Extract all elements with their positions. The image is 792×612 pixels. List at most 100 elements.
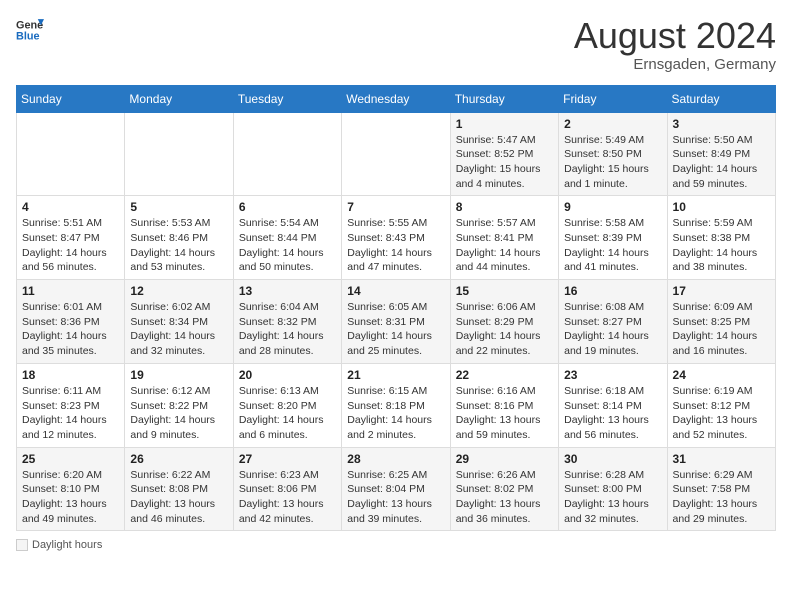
calendar-cell: 15Sunrise: 6:06 AM Sunset: 8:29 PM Dayli… — [450, 280, 558, 364]
calendar-cell: 26 Sunrise: 6:22 AM Sunset: 8:08 PM Dayli… — [125, 447, 233, 531]
day-number: 4 — [22, 200, 119, 214]
month-year: August 2024 — [574, 16, 776, 56]
footer-box — [16, 539, 28, 551]
day-number: 8 — [456, 200, 553, 214]
day-info: Sunrise: 6:22 AM Sunset: 8:08 PM Dayligh… — [130, 468, 227, 527]
day-header-sunday: Sunday — [17, 85, 125, 112]
calendar-cell: 11 Sunrise: 6:01 AM Sunset: 8:36 PM Dayli… — [17, 280, 125, 364]
day-info: Sunrise: 5:53 AM Sunset: 8:46 PM Dayligh… — [130, 216, 227, 275]
calendar-cell: 12 Sunrise: 6:02 AM Sunset: 8:34 PM Dayli… — [125, 280, 233, 364]
day-number: 3 — [673, 117, 770, 131]
day-number: 10 — [673, 200, 770, 214]
day-info: Sunrise: 5:55 AM Sunset: 8:43 PM Dayligh… — [347, 216, 444, 275]
day-number: 23 — [564, 368, 661, 382]
day-info: Sunrise: 6:11 AM Sunset: 8:23 PM Dayligh… — [22, 384, 119, 443]
day-info: Sunrise: 6:23 AM Sunset: 8:06 PM Dayligh… — [239, 468, 336, 527]
calendar-cell: 29 Sunrise: 6:26 AM Sunset: 8:02 PM Dayli… — [450, 447, 558, 531]
calendar-cell: 23 Sunrise: 6:18 AM Sunset: 8:14 PM Dayli… — [559, 363, 667, 447]
logo-icon: General Blue — [16, 16, 44, 44]
week-row-5: 25Sunrise: 6:20 AM Sunset: 8:10 PM Dayli… — [17, 447, 776, 531]
day-number: 1 — [456, 117, 553, 131]
header-row: SundayMondayTuesdayWednesdayThursdayFrid… — [17, 85, 776, 112]
day-number: 26 — [130, 452, 227, 466]
day-number: 14 — [347, 284, 444, 298]
title-area: August 2024 Ernsgaden, Germany — [574, 16, 776, 73]
day-info: Sunrise: 6:08 AM Sunset: 8:27 PM Dayligh… — [564, 300, 661, 359]
day-number: 17 — [673, 284, 770, 298]
day-info: Sunrise: 6:29 AM Sunset: 7:58 PM Dayligh… — [673, 468, 770, 527]
calendar-cell: 9 Sunrise: 5:58 AM Sunset: 8:39 PM Daylig… — [559, 196, 667, 280]
day-number: 27 — [239, 452, 336, 466]
day-number: 28 — [347, 452, 444, 466]
day-number: 5 — [130, 200, 227, 214]
calendar-cell: 21Sunrise: 6:15 AM Sunset: 8:18 PM Dayli… — [342, 363, 450, 447]
calendar-cell: 24 Sunrise: 6:19 AM Sunset: 8:12 PM Dayli… — [667, 363, 775, 447]
calendar-cell: 16 Sunrise: 6:08 AM Sunset: 8:27 PM Dayli… — [559, 280, 667, 364]
day-number: 31 — [673, 452, 770, 466]
day-info: Sunrise: 6:02 AM Sunset: 8:34 PM Dayligh… — [130, 300, 227, 359]
calendar-cell: 7 Sunrise: 5:55 AM Sunset: 8:43 PM Daylig… — [342, 196, 450, 280]
calendar-cell: 10Sunrise: 5:59 AM Sunset: 8:38 PM Dayli… — [667, 196, 775, 280]
day-number: 12 — [130, 284, 227, 298]
calendar-cell: 2 Sunrise: 5:49 AM Sunset: 8:50 PM Daylig… — [559, 112, 667, 196]
calendar-cell: 25Sunrise: 6:20 AM Sunset: 8:10 PM Dayli… — [17, 447, 125, 531]
calendar-cell: 3Sunrise: 5:50 AM Sunset: 8:49 PM Daylig… — [667, 112, 775, 196]
day-number: 29 — [456, 452, 553, 466]
day-info: Sunrise: 5:57 AM Sunset: 8:41 PM Dayligh… — [456, 216, 553, 275]
day-header-tuesday: Tuesday — [233, 85, 341, 112]
day-number: 9 — [564, 200, 661, 214]
calendar-cell: 20 Sunrise: 6:13 AM Sunset: 8:20 PM Dayli… — [233, 363, 341, 447]
day-number: 24 — [673, 368, 770, 382]
day-info: Sunrise: 6:04 AM Sunset: 8:32 PM Dayligh… — [239, 300, 336, 359]
day-number: 11 — [22, 284, 119, 298]
day-info: Sunrise: 5:58 AM Sunset: 8:39 PM Dayligh… — [564, 216, 661, 275]
day-info: Sunrise: 5:47 AM Sunset: 8:52 PM Dayligh… — [456, 133, 553, 192]
day-number: 7 — [347, 200, 444, 214]
day-number: 6 — [239, 200, 336, 214]
calendar-cell — [342, 112, 450, 196]
day-info: Sunrise: 5:49 AM Sunset: 8:50 PM Dayligh… — [564, 133, 661, 192]
calendar-cell — [17, 112, 125, 196]
daylight-label: Daylight hours — [32, 539, 102, 551]
calendar-cell: 18Sunrise: 6:11 AM Sunset: 8:23 PM Dayli… — [17, 363, 125, 447]
day-info: Sunrise: 6:06 AM Sunset: 8:29 PM Dayligh… — [456, 300, 553, 359]
day-info: Sunrise: 6:13 AM Sunset: 8:20 PM Dayligh… — [239, 384, 336, 443]
day-header-thursday: Thursday — [450, 85, 558, 112]
calendar-cell — [125, 112, 233, 196]
week-row-2: 4 Sunrise: 5:51 AM Sunset: 8:47 PM Daylig… — [17, 196, 776, 280]
day-info: Sunrise: 6:18 AM Sunset: 8:14 PM Dayligh… — [564, 384, 661, 443]
calendar-cell: 5 Sunrise: 5:53 AM Sunset: 8:46 PM Daylig… — [125, 196, 233, 280]
day-number: 25 — [22, 452, 119, 466]
calendar-cell: 8 Sunrise: 5:57 AM Sunset: 8:41 PM Daylig… — [450, 196, 558, 280]
day-info: Sunrise: 6:16 AM Sunset: 8:16 PM Dayligh… — [456, 384, 553, 443]
day-info: Sunrise: 6:26 AM Sunset: 8:02 PM Dayligh… — [456, 468, 553, 527]
day-number: 22 — [456, 368, 553, 382]
header: General Blue August 2024 Ernsgaden, Germ… — [16, 16, 776, 73]
day-number: 30 — [564, 452, 661, 466]
day-number: 20 — [239, 368, 336, 382]
footer: Daylight hours — [16, 539, 776, 551]
day-info: Sunrise: 5:51 AM Sunset: 8:47 PM Dayligh… — [22, 216, 119, 275]
footer-daylight: Daylight hours — [16, 539, 102, 551]
day-number: 2 — [564, 117, 661, 131]
calendar-cell: 6 Sunrise: 5:54 AM Sunset: 8:44 PM Daylig… — [233, 196, 341, 280]
day-info: Sunrise: 6:12 AM Sunset: 8:22 PM Dayligh… — [130, 384, 227, 443]
day-number: 13 — [239, 284, 336, 298]
calendar-cell: 28Sunrise: 6:25 AM Sunset: 8:04 PM Dayli… — [342, 447, 450, 531]
svg-text:Blue: Blue — [16, 30, 40, 42]
day-info: Sunrise: 6:19 AM Sunset: 8:12 PM Dayligh… — [673, 384, 770, 443]
day-info: Sunrise: 6:28 AM Sunset: 8:00 PM Dayligh… — [564, 468, 661, 527]
day-info: Sunrise: 6:05 AM Sunset: 8:31 PM Dayligh… — [347, 300, 444, 359]
day-header-wednesday: Wednesday — [342, 85, 450, 112]
day-number: 16 — [564, 284, 661, 298]
day-info: Sunrise: 6:01 AM Sunset: 8:36 PM Dayligh… — [22, 300, 119, 359]
location: Ernsgaden, Germany — [574, 56, 776, 73]
day-info: Sunrise: 5:54 AM Sunset: 8:44 PM Dayligh… — [239, 216, 336, 275]
calendar-cell — [233, 112, 341, 196]
calendar-cell: 13 Sunrise: 6:04 AM Sunset: 8:32 PM Dayli… — [233, 280, 341, 364]
logo: General Blue — [16, 16, 44, 44]
calendar-cell: 4 Sunrise: 5:51 AM Sunset: 8:47 PM Daylig… — [17, 196, 125, 280]
calendar-cell: 17Sunrise: 6:09 AM Sunset: 8:25 PM Dayli… — [667, 280, 775, 364]
day-header-monday: Monday — [125, 85, 233, 112]
day-header-saturday: Saturday — [667, 85, 775, 112]
